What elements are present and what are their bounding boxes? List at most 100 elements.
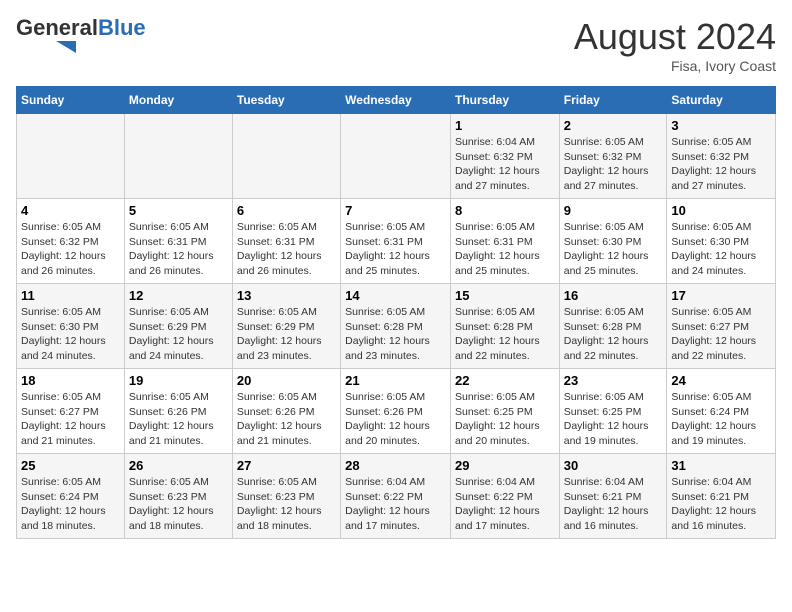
weekday-header-monday: Monday	[124, 87, 232, 114]
calendar-cell: 27 Sunrise: 6:05 AM Sunset: 6:23 PM Dayli…	[232, 454, 340, 539]
day-number: 17	[671, 288, 771, 303]
calendar-cell: 7 Sunrise: 6:05 AM Sunset: 6:31 PM Daylig…	[341, 199, 451, 284]
day-info: Sunrise: 6:05 AM Sunset: 6:25 PM Dayligh…	[455, 390, 555, 449]
calendar-cell: 25 Sunrise: 6:05 AM Sunset: 6:24 PM Dayli…	[17, 454, 125, 539]
calendar-cell: 28 Sunrise: 6:04 AM Sunset: 6:22 PM Dayli…	[341, 454, 451, 539]
day-number: 27	[237, 458, 336, 473]
day-info: Sunrise: 6:05 AM Sunset: 6:26 PM Dayligh…	[129, 390, 228, 449]
day-number: 12	[129, 288, 228, 303]
day-number: 24	[671, 373, 771, 388]
day-info: Sunrise: 6:05 AM Sunset: 6:26 PM Dayligh…	[345, 390, 446, 449]
title-block: August 2024 Fisa, Ivory Coast	[574, 16, 776, 74]
calendar-cell: 10 Sunrise: 6:05 AM Sunset: 6:30 PM Dayli…	[667, 199, 776, 284]
day-number: 21	[345, 373, 446, 388]
day-number: 16	[564, 288, 663, 303]
calendar-cell: 22 Sunrise: 6:05 AM Sunset: 6:25 PM Dayli…	[450, 369, 559, 454]
calendar-cell: 24 Sunrise: 6:05 AM Sunset: 6:24 PM Dayli…	[667, 369, 776, 454]
day-number: 23	[564, 373, 663, 388]
day-info: Sunrise: 6:05 AM Sunset: 6:31 PM Dayligh…	[129, 220, 228, 279]
day-number: 13	[237, 288, 336, 303]
day-number: 2	[564, 118, 663, 133]
calendar-cell	[232, 114, 340, 199]
day-number: 6	[237, 203, 336, 218]
calendar-cell: 26 Sunrise: 6:05 AM Sunset: 6:23 PM Dayli…	[124, 454, 232, 539]
calendar-cell: 4Sunrise: 6:05 AM Sunset: 6:32 PM Daylig…	[17, 199, 125, 284]
calendar-cell: 15 Sunrise: 6:05 AM Sunset: 6:28 PM Dayli…	[450, 284, 559, 369]
calendar-week-row: 18 Sunrise: 6:05 AM Sunset: 6:27 PM Dayli…	[17, 369, 776, 454]
calendar-cell: 1Sunrise: 6:04 AM Sunset: 6:32 PM Daylig…	[450, 114, 559, 199]
calendar-cell: 12 Sunrise: 6:05 AM Sunset: 6:29 PM Dayli…	[124, 284, 232, 369]
calendar-cell: 9Sunrise: 6:05 AM Sunset: 6:30 PM Daylig…	[559, 199, 667, 284]
day-info: Sunrise: 6:05 AM Sunset: 6:30 PM Dayligh…	[671, 220, 771, 279]
day-info: Sunrise: 6:05 AM Sunset: 6:24 PM Dayligh…	[671, 390, 771, 449]
calendar-cell: 29 Sunrise: 6:04 AM Sunset: 6:22 PM Dayli…	[450, 454, 559, 539]
calendar-cell: 18 Sunrise: 6:05 AM Sunset: 6:27 PM Dayli…	[17, 369, 125, 454]
calendar-cell	[124, 114, 232, 199]
day-info: Sunrise: 6:04 AM Sunset: 6:22 PM Dayligh…	[455, 475, 555, 534]
calendar-cell: 14Sunrise: 6:05 AM Sunset: 6:28 PM Dayli…	[341, 284, 451, 369]
day-number: 19	[129, 373, 228, 388]
day-info: Sunrise: 6:05 AM Sunset: 6:23 PM Dayligh…	[129, 475, 228, 534]
calendar-table: SundayMondayTuesdayWednesdayThursdayFrid…	[16, 86, 776, 539]
calendar-cell: 16Sunrise: 6:05 AM Sunset: 6:28 PM Dayli…	[559, 284, 667, 369]
weekday-header-row: SundayMondayTuesdayWednesdayThursdayFrid…	[17, 87, 776, 114]
weekday-header-friday: Friday	[559, 87, 667, 114]
calendar-cell	[17, 114, 125, 199]
calendar-week-row: 1Sunrise: 6:04 AM Sunset: 6:32 PM Daylig…	[17, 114, 776, 199]
weekday-header-sunday: Sunday	[17, 87, 125, 114]
logo-blue-text: Blue	[98, 15, 146, 40]
calendar-cell: 31Sunrise: 6:04 AM Sunset: 6:21 PM Dayli…	[667, 454, 776, 539]
day-number: 10	[671, 203, 771, 218]
day-info: Sunrise: 6:04 AM Sunset: 6:32 PM Dayligh…	[455, 135, 555, 194]
calendar-cell: 23 Sunrise: 6:05 AM Sunset: 6:25 PM Dayli…	[559, 369, 667, 454]
calendar-cell: 11Sunrise: 6:05 AM Sunset: 6:30 PM Dayli…	[17, 284, 125, 369]
day-number: 26	[129, 458, 228, 473]
logo-icon	[16, 41, 76, 53]
calendar-cell	[341, 114, 451, 199]
day-number: 8	[455, 203, 555, 218]
day-info: Sunrise: 6:05 AM Sunset: 6:31 PM Dayligh…	[345, 220, 446, 279]
weekday-header-wednesday: Wednesday	[341, 87, 451, 114]
logo: GeneralBlue	[16, 16, 146, 58]
day-number: 18	[21, 373, 120, 388]
day-info: Sunrise: 6:05 AM Sunset: 6:24 PM Dayligh…	[21, 475, 120, 534]
calendar-cell: 20 Sunrise: 6:05 AM Sunset: 6:26 PM Dayli…	[232, 369, 340, 454]
day-info: Sunrise: 6:05 AM Sunset: 6:23 PM Dayligh…	[237, 475, 336, 534]
day-number: 20	[237, 373, 336, 388]
calendar-cell: 2 Sunrise: 6:05 AM Sunset: 6:32 PM Daylig…	[559, 114, 667, 199]
day-info: Sunrise: 6:05 AM Sunset: 6:32 PM Dayligh…	[564, 135, 663, 194]
calendar-cell: 30Sunrise: 6:04 AM Sunset: 6:21 PM Dayli…	[559, 454, 667, 539]
calendar-cell: 6Sunrise: 6:05 AM Sunset: 6:31 PM Daylig…	[232, 199, 340, 284]
day-number: 7	[345, 203, 446, 218]
day-number: 29	[455, 458, 555, 473]
calendar-cell: 19 Sunrise: 6:05 AM Sunset: 6:26 PM Dayli…	[124, 369, 232, 454]
weekday-header-thursday: Thursday	[450, 87, 559, 114]
day-number: 15	[455, 288, 555, 303]
day-info: Sunrise: 6:05 AM Sunset: 6:31 PM Dayligh…	[455, 220, 555, 279]
day-info: Sunrise: 6:05 AM Sunset: 6:27 PM Dayligh…	[671, 305, 771, 364]
calendar-week-row: 11Sunrise: 6:05 AM Sunset: 6:30 PM Dayli…	[17, 284, 776, 369]
day-info: Sunrise: 6:05 AM Sunset: 6:29 PM Dayligh…	[237, 305, 336, 364]
calendar-cell: 21 Sunrise: 6:05 AM Sunset: 6:26 PM Dayli…	[341, 369, 451, 454]
location: Fisa, Ivory Coast	[574, 58, 776, 74]
day-info: Sunrise: 6:05 AM Sunset: 6:32 PM Dayligh…	[21, 220, 120, 279]
calendar-cell: 3Sunrise: 6:05 AM Sunset: 6:32 PM Daylig…	[667, 114, 776, 199]
day-number: 28	[345, 458, 446, 473]
day-info: Sunrise: 6:04 AM Sunset: 6:21 PM Dayligh…	[671, 475, 771, 534]
day-info: Sunrise: 6:05 AM Sunset: 6:27 PM Dayligh…	[21, 390, 120, 449]
day-number: 25	[21, 458, 120, 473]
day-info: Sunrise: 6:04 AM Sunset: 6:22 PM Dayligh…	[345, 475, 446, 534]
day-number: 3	[671, 118, 771, 133]
day-number: 30	[564, 458, 663, 473]
day-number: 9	[564, 203, 663, 218]
day-info: Sunrise: 6:05 AM Sunset: 6:26 PM Dayligh…	[237, 390, 336, 449]
weekday-header-tuesday: Tuesday	[232, 87, 340, 114]
month-year: August 2024	[574, 16, 776, 58]
day-number: 5	[129, 203, 228, 218]
day-info: Sunrise: 6:05 AM Sunset: 6:29 PM Dayligh…	[129, 305, 228, 364]
day-number: 22	[455, 373, 555, 388]
page-header: GeneralBlue August 2024 Fisa, Ivory Coas…	[16, 16, 776, 74]
day-info: Sunrise: 6:05 AM Sunset: 6:28 PM Dayligh…	[455, 305, 555, 364]
calendar-cell: 5 Sunrise: 6:05 AM Sunset: 6:31 PM Daylig…	[124, 199, 232, 284]
day-info: Sunrise: 6:05 AM Sunset: 6:25 PM Dayligh…	[564, 390, 663, 449]
